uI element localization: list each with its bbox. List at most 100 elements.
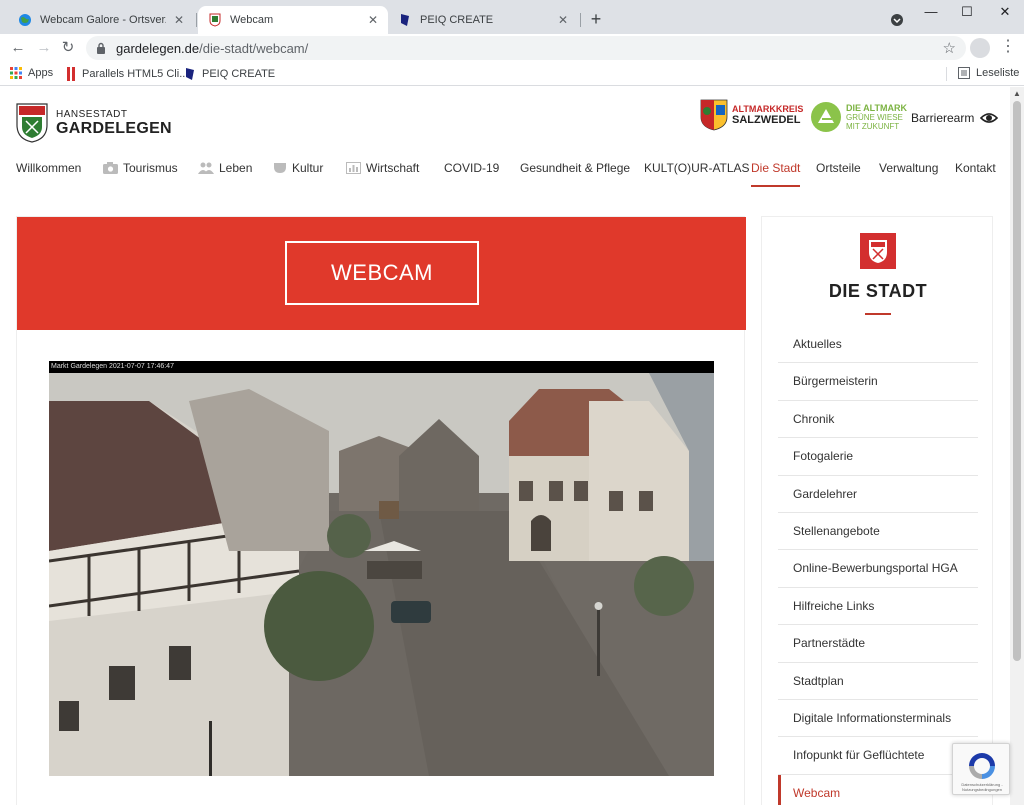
sidebar-item-bewerbungsportal[interactable]: Online-Bewerbungsportal HGA xyxy=(778,550,978,588)
partner2-line-3: MIT ZUKUNFT xyxy=(846,121,900,131)
sidebar-item-hilfreiche-links[interactable]: Hilfreiche Links xyxy=(778,588,978,626)
maximize-button[interactable]: ☐ xyxy=(950,4,984,24)
nav-willkommen[interactable]: Willkommen xyxy=(16,161,81,175)
sidebar-item-partnerstaedte[interactable]: Partnerstädte xyxy=(778,625,978,663)
nav-kultur[interactable]: Kultur xyxy=(273,161,323,175)
accessibility-toggle[interactable]: Barrierearm xyxy=(911,111,999,125)
partner1-small: ALTMARKKREIS xyxy=(732,104,804,114)
scroll-up-arrow-icon[interactable]: ▲ xyxy=(1013,89,1021,98)
partner2-line-2: GRÜNE WIESE xyxy=(846,112,903,122)
nav-die-stadt[interactable]: Die Stadt xyxy=(751,161,801,187)
close-icon[interactable]: ✕ xyxy=(172,13,186,27)
sidebar: DIE STADT Aktuelles Bürgermeisterin Chro… xyxy=(761,216,993,805)
sidebar-item-buergermeisterin[interactable]: Bürgermeisterin xyxy=(778,363,978,401)
nav-label: COVID-19 xyxy=(444,161,500,175)
sidebar-item-chronik[interactable]: Chronik xyxy=(778,401,978,439)
nav-covid-19[interactable]: COVID-19 xyxy=(444,161,499,175)
accessibility-label: Barrierearm xyxy=(911,111,975,125)
browser-menu-icon[interactable]: ⋮ xyxy=(1000,36,1016,60)
page-title: WEBCAM xyxy=(285,241,479,305)
tab-peiq-create[interactable]: PEIQ CREATE ✕ xyxy=(388,6,578,34)
nav-verwaltung[interactable]: Verwaltung xyxy=(879,161,938,175)
people-icon xyxy=(198,162,214,174)
recaptcha-badge[interactable]: Datenschutzerklärung - Nutzungsbedingung… xyxy=(952,743,1010,795)
nav-kultour-atlas[interactable]: KULT(O)UR-ATLAS xyxy=(644,161,750,175)
sidebar-crest-badge xyxy=(860,233,896,269)
profile-avatar[interactable] xyxy=(970,38,990,58)
web-page: HANSESTADT GARDELEGEN ALTMARKKREIS SALZW… xyxy=(0,87,1010,805)
tab-divider xyxy=(196,13,197,27)
tab-divider xyxy=(580,13,581,27)
bookmark-apps[interactable]: Apps xyxy=(10,67,53,79)
tab-title: PEIQ CREATE xyxy=(420,14,494,26)
die-altmark-logo[interactable]: DIE ALTMARK GRÜNE WIESE MIT ZUKUNFT xyxy=(810,101,907,133)
reading-list-icon xyxy=(958,67,970,79)
gardelegen-crest-icon xyxy=(16,103,48,143)
minimize-button[interactable]: — xyxy=(914,4,948,24)
back-button[interactable]: ← xyxy=(8,39,28,57)
tab-webcam[interactable]: Webcam ✕ xyxy=(198,6,388,34)
tab-search-icon[interactable] xyxy=(890,13,904,27)
nav-label: Willkommen xyxy=(16,161,82,175)
camera-icon xyxy=(103,162,118,174)
sidebar-item-infoterminals[interactable]: Digitale Informationsterminals xyxy=(778,700,978,738)
forward-button[interactable]: → xyxy=(34,39,54,57)
address-bar[interactable]: gardelegen.de/die-stadt/webcam/ ☆ xyxy=(86,36,966,60)
scrollbar-thumb[interactable] xyxy=(1013,101,1021,661)
nav-kontakt[interactable]: Kontakt xyxy=(955,161,996,175)
sidebar-item-gardelehrer[interactable]: Gardelehrer xyxy=(778,476,978,513)
bookmark-label: PEIQ CREATE xyxy=(202,68,276,80)
reload-button[interactable]: ↻ xyxy=(58,39,78,57)
altmark-leaf-icon xyxy=(811,102,841,132)
close-window-button[interactable]: ✕ xyxy=(988,4,1022,24)
nav-label: Tourismus xyxy=(123,161,178,175)
page-hero: WEBCAM xyxy=(17,217,746,330)
tab-webcam-galore[interactable]: Webcam Galore - Ortsverzeichnis ✕ xyxy=(8,6,194,34)
nav-label: Ortsteile xyxy=(816,161,861,175)
recaptcha-icon xyxy=(969,753,995,779)
eye-icon xyxy=(980,113,999,123)
altmarkkreis-logo[interactable]: ALTMARKKREIS SALZWEDEL xyxy=(700,99,803,131)
new-tab-button[interactable]: + xyxy=(586,10,606,30)
nav-leben[interactable]: Leben xyxy=(198,161,252,175)
site-logo[interactable]: HANSESTADT GARDELEGEN xyxy=(16,103,172,143)
close-icon[interactable]: ✕ xyxy=(366,13,380,27)
webcam-scene xyxy=(49,373,714,776)
bookmarks-divider xyxy=(946,67,947,81)
nav-tourismus[interactable]: Tourismus xyxy=(103,161,178,175)
bookmark-label: Parallels HTML5 Cli... xyxy=(82,68,189,80)
parallels-icon xyxy=(67,67,75,81)
gardelegen-crest-icon xyxy=(869,240,887,263)
page-scrollbar[interactable]: ▲ xyxy=(1010,87,1024,805)
nav-label: Die Stadt xyxy=(751,161,801,175)
nav-wirtschaft[interactable]: Wirtschaft xyxy=(346,161,419,175)
sidebar-item-stadtplan[interactable]: Stadtplan xyxy=(778,663,978,700)
peiq-icon xyxy=(186,68,194,80)
sidebar-item-stellenangebote[interactable]: Stellenangebote xyxy=(778,513,978,551)
sidebar-item-aktuelles[interactable]: Aktuelles xyxy=(778,326,978,364)
nav-label: Leben xyxy=(219,161,253,175)
sidebar-item-infopunkt[interactable]: Infopunkt für Geflüchtete xyxy=(778,737,978,775)
bookmark-peiq[interactable]: PEIQ CREATE xyxy=(184,67,275,81)
sidebar-item-webcam[interactable]: Webcam xyxy=(778,774,978,805)
reading-list-button[interactable]: Leseliste xyxy=(958,67,1019,79)
nav-gesundheit-pflege[interactable]: Gesundheit & Pflege xyxy=(520,161,630,175)
nav-label: KULT(O)UR-ATLAS xyxy=(644,161,750,175)
nav-ortsteile[interactable]: Ortsteile xyxy=(816,161,861,175)
bookmark-parallels[interactable]: Parallels HTML5 Cli... xyxy=(66,67,188,81)
lock-icon xyxy=(97,42,105,54)
sidebar-title: DIE STADT xyxy=(828,281,928,301)
gardelegen-crest-icon xyxy=(209,13,221,27)
url-host: gardelegen.de xyxy=(116,40,200,56)
webcam-timestamp: Markt Gardelegen 2021-07-07 17:46:47 xyxy=(49,361,714,373)
culture-icon xyxy=(274,163,286,173)
sidebar-item-fotogalerie[interactable]: Fotogalerie xyxy=(778,438,978,476)
close-icon[interactable]: ✕ xyxy=(556,13,570,27)
sidebar-menu: Aktuelles Bürgermeisterin Chronik Fotoga… xyxy=(778,326,978,805)
tab-strip: Webcam Galore - Ortsverzeichnis ✕ Webcam… xyxy=(0,0,1024,34)
bookmark-star-icon[interactable]: ☆ xyxy=(943,39,956,57)
logo-line-2: GARDELEGEN xyxy=(56,119,172,137)
bookmark-label: Apps xyxy=(28,67,54,79)
chart-icon xyxy=(346,162,361,174)
nav-label: Kontakt xyxy=(955,161,996,175)
